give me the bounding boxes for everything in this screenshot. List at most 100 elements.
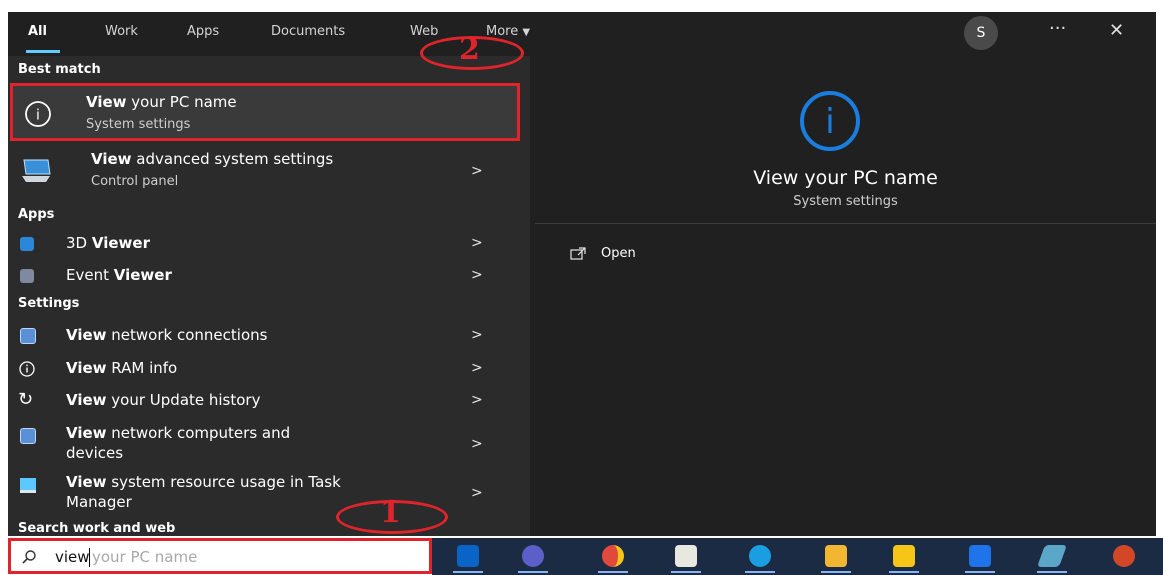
chevron-right-icon[interactable]: >: [471, 392, 483, 408]
result-title-match: Viewer: [91, 234, 150, 252]
running-indicator: [889, 571, 919, 573]
edge-icon[interactable]: [749, 545, 771, 567]
result-title-rest: system resource usage in Task: [106, 473, 341, 491]
refresh-icon: ↻: [18, 389, 34, 410]
info-icon: i: [25, 101, 51, 127]
detail-subtitle: System settings: [793, 194, 898, 209]
results-panel: Best match i View your PC name System se…: [8, 56, 530, 536]
text-cursor: [89, 548, 90, 567]
setting-task-manager[interactable]: View system resource usage in Task Manag…: [8, 470, 530, 516]
tab-documents[interactable]: Documents: [271, 24, 345, 39]
result-title: View network connections: [66, 326, 267, 345]
result-title-rest: network connections: [106, 326, 268, 344]
section-settings: Settings: [18, 296, 80, 311]
setting-ram-info[interactable]: View RAM info >: [8, 354, 530, 384]
result-title: View RAM info: [66, 359, 177, 378]
result-title-match: View: [66, 391, 107, 409]
result-subtitle: System settings: [86, 117, 191, 132]
result-title: Event Viewer: [66, 266, 172, 285]
chevron-right-icon[interactable]: >: [471, 327, 483, 343]
divider: [535, 223, 1156, 224]
tab-all[interactable]: All: [28, 24, 47, 39]
detail-pane: i View your PC name System settings Open: [535, 64, 1156, 536]
result-title: View your Update history: [66, 391, 260, 410]
search-input[interactable]: view your PC name: [8, 538, 432, 574]
avatar[interactable]: S: [964, 16, 998, 50]
result-title-line2: Manager: [66, 493, 132, 511]
sticky-notes-icon[interactable]: [893, 545, 915, 567]
annotation-number-2: 2: [459, 32, 480, 67]
result-advanced-system-settings[interactable]: View advanced system settings Control pa…: [8, 144, 530, 200]
search-icon: [22, 550, 36, 564]
result-title: View advanced system settings: [91, 150, 333, 169]
result-title-match: View: [66, 359, 107, 377]
result-title-match: View: [66, 424, 107, 442]
monitor-icon: [22, 159, 51, 182]
chevron-right-icon[interactable]: >: [471, 360, 483, 376]
chevron-down-icon: ▼: [522, 27, 531, 38]
monitor-icon: [20, 478, 36, 493]
result-title-pre: 3D: [66, 234, 92, 252]
chevron-right-icon[interactable]: >: [471, 485, 483, 501]
tab-apps[interactable]: Apps: [187, 24, 219, 39]
cube-icon: [20, 237, 34, 251]
app-3d-viewer[interactable]: 3D Viewer >: [8, 230, 530, 258]
result-view-pc-name[interactable]: i View your PC name System settings: [10, 83, 520, 141]
network-icon: [20, 428, 36, 444]
app-event-viewer[interactable]: Event Viewer >: [8, 262, 530, 290]
search-typed-text: view: [55, 548, 90, 566]
section-search-work-web: Search work and web: [18, 521, 176, 536]
running-indicator: [518, 571, 548, 573]
setting-update-history[interactable]: ↻ View your Update history >: [8, 386, 530, 416]
running-indicator: [598, 571, 628, 573]
close-icon[interactable]: ✕: [1109, 20, 1124, 41]
chevron-right-icon[interactable]: >: [471, 163, 483, 179]
chrome-icon[interactable]: [602, 545, 624, 567]
file-explorer-icon[interactable]: [825, 545, 847, 567]
snipping-tool-icon[interactable]: [1036, 545, 1068, 567]
result-title: 3D Viewer: [66, 234, 150, 253]
setting-network-connections[interactable]: View network connections >: [8, 321, 530, 351]
outlook-icon[interactable]: [457, 545, 479, 567]
more-options-icon[interactable]: ···: [1049, 18, 1066, 39]
teams-icon[interactable]: [522, 545, 544, 567]
result-title: View network computers and: [66, 424, 290, 443]
result-title-match: View: [91, 150, 132, 168]
detail-title: View your PC name: [753, 167, 938, 189]
chevron-right-icon[interactable]: >: [471, 235, 483, 251]
tab-active-indicator: [26, 50, 60, 53]
result-subtitle: Control panel: [91, 174, 179, 189]
chevron-right-icon[interactable]: >: [471, 267, 483, 283]
notepad-icon[interactable]: [675, 545, 697, 567]
result-title-rest: your Update history: [106, 391, 261, 409]
info-icon: [19, 361, 35, 377]
tab-web[interactable]: Web: [410, 24, 438, 39]
company-portal-icon[interactable]: [969, 545, 991, 567]
running-indicator: [745, 571, 775, 573]
result-title-rest: advanced system settings: [131, 150, 334, 168]
setting-network-computers[interactable]: View network computers and devices >: [8, 421, 530, 467]
network-icon: [20, 328, 36, 344]
result-title: View your PC name: [86, 93, 237, 112]
result-title-rest: your PC name: [126, 93, 237, 111]
open-action[interactable]: Open: [565, 242, 765, 268]
result-title-match: Viewer: [113, 266, 172, 284]
section-best-match: Best match: [18, 62, 101, 77]
running-indicator: [1037, 571, 1067, 573]
info-icon: i: [800, 91, 860, 151]
tab-work[interactable]: Work: [105, 24, 138, 39]
running-indicator: [965, 571, 995, 573]
result-title-pre: Event: [66, 266, 114, 284]
info-icon-glyph: i: [36, 108, 40, 124]
info-icon-glyph: i: [825, 102, 834, 142]
search-suggestion-text: your PC name: [92, 548, 198, 566]
taskbar: [432, 538, 1163, 575]
running-indicator: [671, 571, 701, 573]
result-title-rest: RAM info: [106, 359, 178, 377]
powerpoint-icon[interactable]: [1113, 545, 1135, 567]
annotation-number-1: 1: [380, 495, 401, 530]
result-title-match: View: [66, 473, 107, 491]
open-icon: [570, 247, 586, 260]
chevron-right-icon[interactable]: >: [471, 436, 483, 452]
section-apps: Apps: [18, 207, 55, 222]
